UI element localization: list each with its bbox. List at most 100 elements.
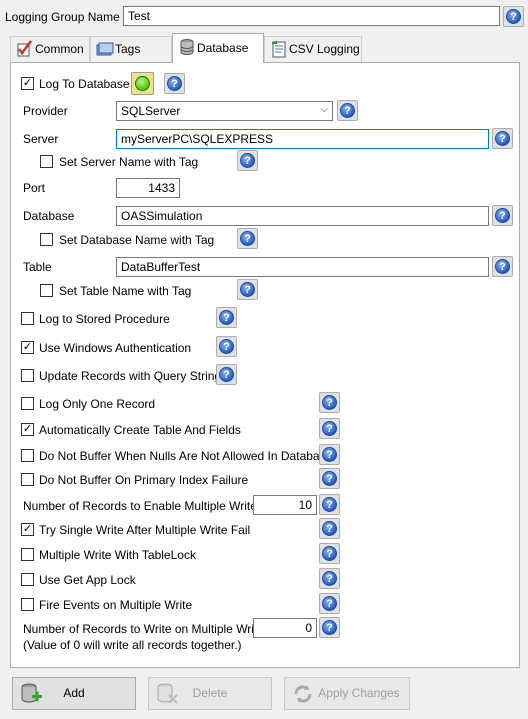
refresh-icon bbox=[294, 685, 312, 703]
app-lock-label: Use Get App Lock bbox=[39, 573, 136, 587]
provider-value: SQLServer bbox=[121, 104, 181, 118]
help-icon: ? bbox=[340, 103, 355, 118]
help-icon: ? bbox=[322, 471, 337, 486]
table-tag-help-button[interactable]: ? bbox=[237, 279, 258, 300]
tab-tags[interactable]: Tags bbox=[90, 36, 172, 62]
server-tag-label: Set Server Name with Tag bbox=[59, 155, 199, 169]
delete-button-label: Delete bbox=[192, 686, 228, 700]
tab-common-label: Common bbox=[35, 42, 84, 56]
tab-database[interactable]: Database bbox=[172, 33, 264, 63]
tab-csv-logging-label: CSV Logging bbox=[289, 42, 360, 56]
update-records-help-button[interactable]: ? bbox=[216, 364, 237, 385]
log-only-one-label: Log Only One Record bbox=[39, 397, 156, 411]
database-add-icon bbox=[21, 683, 42, 703]
database-tag-label: Set Database Name with Tag bbox=[59, 233, 215, 247]
no-buffer-pk-label: Do Not Buffer On Primary Index Failure bbox=[39, 473, 249, 487]
delete-button[interactable]: Delete bbox=[148, 677, 272, 710]
help-icon: ? bbox=[219, 310, 234, 325]
auto-create-checkbox[interactable]: ✓ bbox=[21, 423, 34, 436]
add-button-label: Add bbox=[63, 686, 85, 700]
multi-write-count-input[interactable]: 10 bbox=[253, 495, 317, 515]
add-button[interactable]: Add bbox=[12, 677, 136, 710]
help-icon: ? bbox=[322, 620, 337, 635]
apply-changes-button[interactable]: Apply Changes bbox=[284, 677, 410, 710]
no-buffer-nulls-help-button[interactable]: ? bbox=[319, 444, 340, 465]
stored-procedure-checkbox[interactable] bbox=[21, 312, 34, 325]
table-tag-checkbox[interactable] bbox=[40, 284, 53, 297]
no-buffer-nulls-label: Do Not Buffer When Nulls Are Not Allowed… bbox=[39, 449, 333, 463]
server-label: Server bbox=[23, 132, 59, 146]
server-input[interactable]: myServerPC\SQLEXPRESS bbox=[116, 129, 489, 149]
database-help-button[interactable]: ? bbox=[492, 205, 513, 226]
write-count-input[interactable]: 0 bbox=[253, 618, 317, 638]
server-tag-help-button[interactable]: ? bbox=[237, 150, 258, 171]
database-input[interactable]: OASSimulation bbox=[116, 206, 489, 226]
help-icon: ? bbox=[240, 282, 255, 297]
help-icon: ? bbox=[167, 76, 182, 91]
windows-auth-label: Use Windows Authentication bbox=[39, 341, 192, 355]
table-help-button[interactable]: ? bbox=[492, 256, 513, 277]
auto-create-label: Automatically Create Table And Fields bbox=[39, 423, 241, 437]
help-icon: ? bbox=[506, 9, 521, 24]
provider-select[interactable]: SQLServer ⌵ bbox=[116, 101, 333, 121]
tablelock-help-button[interactable]: ? bbox=[319, 543, 340, 564]
tab-tags-label: Tags bbox=[115, 42, 141, 56]
update-records-checkbox[interactable] bbox=[21, 369, 34, 382]
no-buffer-pk-checkbox[interactable] bbox=[21, 473, 34, 486]
write-count-help-button[interactable]: ? bbox=[319, 617, 340, 638]
database-tag-help-button[interactable]: ? bbox=[237, 228, 258, 249]
fire-events-checkbox[interactable] bbox=[21, 598, 34, 611]
group-name-input[interactable]: Test bbox=[123, 6, 500, 26]
chevron-down-icon: ⌵ bbox=[320, 104, 328, 115]
help-icon: ? bbox=[322, 421, 337, 436]
tablelock-checkbox[interactable] bbox=[21, 548, 34, 561]
app-lock-help-button[interactable]: ? bbox=[319, 568, 340, 589]
status-led-icon bbox=[135, 76, 150, 91]
provider-help-button[interactable]: ? bbox=[337, 100, 358, 121]
table-input[interactable]: DataBufferTest bbox=[116, 257, 489, 277]
log-to-database-help-button[interactable]: ? bbox=[164, 73, 185, 94]
server-help-button[interactable]: ? bbox=[492, 128, 513, 149]
tab-csv-logging[interactable]: CSV Logging bbox=[264, 36, 362, 62]
tab-common[interactable]: Common bbox=[10, 36, 90, 62]
server-tag-checkbox[interactable] bbox=[40, 155, 53, 168]
try-single-help-button[interactable]: ? bbox=[319, 518, 340, 539]
port-input[interactable]: 1433 bbox=[116, 178, 180, 198]
help-icon: ? bbox=[240, 231, 255, 246]
multi-write-count-help-button[interactable]: ? bbox=[319, 494, 340, 515]
windows-auth-checkbox[interactable]: ✓ bbox=[21, 341, 34, 354]
no-buffer-nulls-checkbox[interactable] bbox=[21, 449, 34, 462]
database-icon bbox=[180, 39, 194, 55]
group-name-help-button[interactable]: ? bbox=[503, 6, 524, 27]
help-icon: ? bbox=[495, 259, 510, 274]
stored-procedure-help-button[interactable]: ? bbox=[216, 307, 237, 328]
tablelock-label: Multiple Write With TableLock bbox=[39, 548, 196, 562]
no-buffer-pk-help-button[interactable]: ? bbox=[319, 468, 340, 489]
log-only-one-help-button[interactable]: ? bbox=[319, 392, 340, 413]
write-count-label: Number of Records to Write on Multiple W… bbox=[23, 622, 264, 636]
try-single-checkbox[interactable]: ✓ bbox=[21, 523, 34, 536]
fire-events-help-button[interactable]: ? bbox=[319, 593, 340, 614]
help-icon: ? bbox=[495, 208, 510, 223]
stored-procedure-label: Log to Stored Procedure bbox=[39, 312, 170, 326]
log-to-database-checkbox[interactable]: ✓ bbox=[21, 77, 34, 90]
group-name-label: Logging Group Name bbox=[5, 10, 120, 24]
windows-auth-help-button[interactable]: ? bbox=[216, 336, 237, 357]
help-icon: ? bbox=[240, 153, 255, 168]
help-icon: ? bbox=[219, 339, 234, 354]
app-lock-checkbox[interactable] bbox=[21, 573, 34, 586]
database-label: Database bbox=[23, 209, 75, 223]
fire-events-label: Fire Events on Multiple Write bbox=[39, 598, 193, 612]
tab-database-label: Database bbox=[197, 41, 249, 55]
log-to-database-label: Log To Database bbox=[39, 77, 130, 91]
database-tag-checkbox[interactable] bbox=[40, 233, 53, 246]
table-tag-label: Set Table Name with Tag bbox=[59, 284, 192, 298]
log-only-one-checkbox[interactable] bbox=[21, 397, 34, 410]
table-label: Table bbox=[23, 260, 52, 274]
auto-create-help-button[interactable]: ? bbox=[319, 418, 340, 439]
help-icon: ? bbox=[219, 367, 234, 382]
help-icon: ? bbox=[322, 571, 337, 586]
write-count-note: (Value of 0 will write all records toget… bbox=[23, 638, 242, 652]
csv-file-icon bbox=[272, 41, 286, 58]
status-led-button[interactable] bbox=[131, 72, 154, 95]
